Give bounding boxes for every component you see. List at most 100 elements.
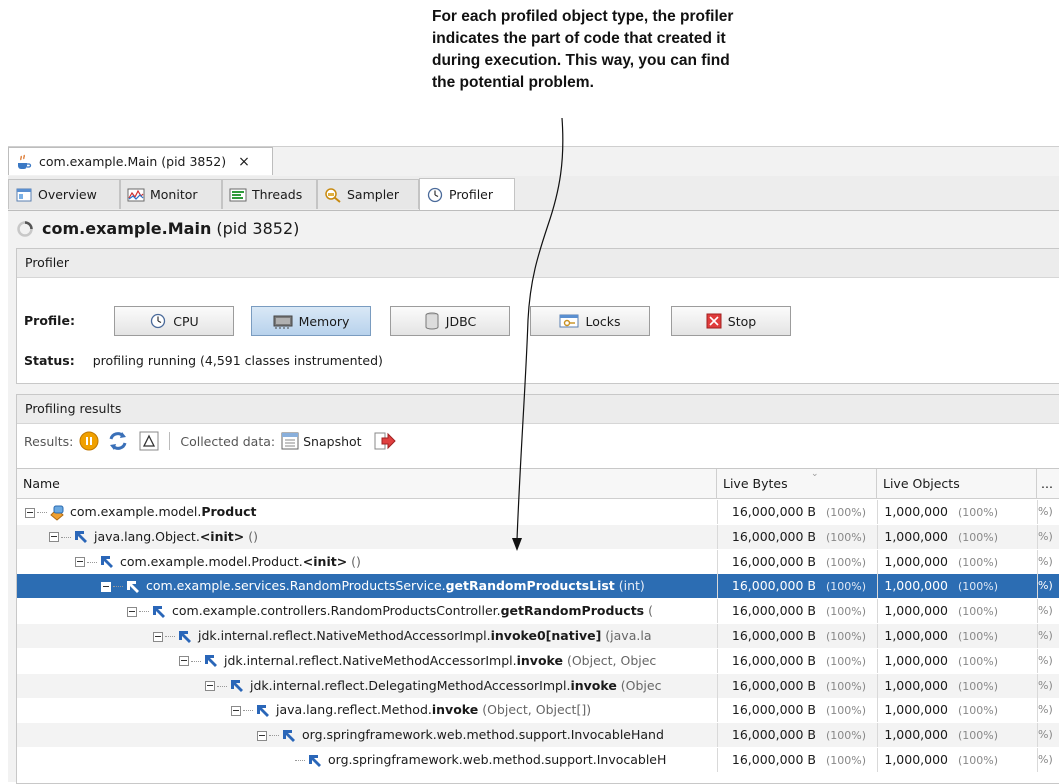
stop-button[interactable]: Stop <box>671 306 791 336</box>
tab-sampler[interactable]: Sampler <box>317 179 419 209</box>
profile-row: Profile: <box>24 313 114 328</box>
collapse-toggle-icon[interactable] <box>153 631 163 642</box>
overflow-cell: %) <box>1037 698 1059 723</box>
table-row[interactable]: org.springframework.web.method.support.I… <box>17 748 1059 772</box>
live-bytes-cell-value: 16,000,000 B <box>731 603 816 619</box>
live-objects-cell-percent: (100%) <box>957 754 998 767</box>
tree-connector <box>295 760 305 761</box>
live-bytes-cell: 16,000,000 B (100%) <box>717 549 878 574</box>
node-label: com.example.services.RandomProductsServi… <box>146 578 645 593</box>
table-row[interactable]: org.springframework.web.method.support.I… <box>17 723 1059 748</box>
node-label-prefix: jdk.internal.reflect.DelegatingMethodAcc… <box>250 677 571 693</box>
jdbc-button[interactable]: JDBC <box>390 306 510 336</box>
tree-connector <box>269 735 279 737</box>
node-label: com.example.controllers.RandomProductsCo… <box>172 603 653 618</box>
live-bytes-cell-percent: (100%) <box>825 530 866 544</box>
table-row[interactable]: com.example.services.RandomProductsServi… <box>17 574 1059 599</box>
column-header-live-objects[interactable]: Live Objects <box>877 469 1037 499</box>
live-objects-cell: 1,000,000 (100%) <box>877 599 1038 624</box>
live-bytes-cell-percent: (100%) <box>825 605 866 619</box>
live-objects-cell-value: 1,000,000 <box>884 628 948 643</box>
node-label-prefix: com.example.services.RandomProductsServi… <box>146 578 446 594</box>
delta-icon[interactable] <box>139 431 159 451</box>
method-icon <box>257 704 269 717</box>
live-bytes-cell-percent: (100%) <box>825 506 866 519</box>
export-icon[interactable] <box>374 431 396 451</box>
column-header-live-bytes[interactable]: Live Bytes ⌄ <box>717 469 877 499</box>
collapse-toggle-icon[interactable] <box>49 532 59 543</box>
tab-overview[interactable]: Overview <box>8 179 120 209</box>
results-toolbar: Results: Collected data: Snapshot <box>24 431 396 451</box>
node-label: org.springframework.web.method.support.I… <box>328 752 666 767</box>
threads-icon <box>229 188 247 201</box>
collapse-toggle-icon[interactable] <box>127 606 137 617</box>
live-objects-cell-percent: (100%) <box>957 555 998 569</box>
overflow-cell: %) <box>1037 673 1059 698</box>
table-row[interactable]: jdk.internal.reflect.NativeMethodAccesso… <box>17 624 1059 648</box>
column-header-name[interactable]: Name <box>17 469 717 499</box>
node-label-args: (java.la <box>601 628 652 643</box>
collapse-toggle-icon[interactable] <box>231 705 241 716</box>
profiler-panel-header[interactable]: Profiler <box>17 249 1059 278</box>
collected-label: Collected data: <box>180 433 276 449</box>
cpu-button[interactable]: CPU <box>114 306 234 336</box>
table-row[interactable]: com.example.controllers.RandomProductsCo… <box>17 599 1059 624</box>
live-objects-cell-percent: (100%) <box>957 580 998 594</box>
node-label-method: getRandomProducts <box>500 603 645 619</box>
node-label: com.example.model.Product <box>70 504 257 519</box>
snapshot-button[interactable]: Snapshot <box>303 434 361 449</box>
status-value: profiling running (4,591 classes instrum… <box>92 353 383 368</box>
node-label: com.example.model.Product.<init> () <box>120 554 361 569</box>
tab-monitor[interactable]: Monitor <box>120 179 222 209</box>
tree-connector <box>217 685 227 687</box>
stop-button-label: Stop <box>727 313 757 329</box>
node-label-method: invoke <box>516 652 563 668</box>
tab-profiler[interactable]: Profiler <box>419 178 515 210</box>
tree-connector <box>87 561 97 563</box>
node-label-prefix: org.springframework.web.method.support.I… <box>328 752 667 767</box>
collapse-toggle-icon[interactable] <box>257 730 267 741</box>
live-bytes-cell-percent: (100%) <box>825 555 866 569</box>
document-tab[interactable]: com.example.Main (pid 3852) × <box>8 147 273 175</box>
table-row[interactable]: java.lang.Object.<init> () 16,000,000 B (1… <box>17 524 1059 549</box>
table-row[interactable]: jdk.internal.reflect.DelegatingMethodAcc… <box>17 673 1059 698</box>
memory-button[interactable]: Memory <box>251 306 371 336</box>
table-row[interactable]: jdk.internal.reflect.NativeMethodAccesso… <box>17 648 1059 673</box>
collapse-toggle-icon[interactable] <box>205 681 215 692</box>
live-objects-cell-value: 1,000,000 <box>884 504 948 519</box>
live-bytes-cell-percent: (100%) <box>825 580 866 594</box>
collapse-toggle-icon[interactable] <box>25 507 35 518</box>
locks-button[interactable]: Locks <box>530 306 650 336</box>
spinner-icon <box>17 220 33 237</box>
table-row[interactable]: com.example.model.Product.<init> () 16,00… <box>17 549 1059 574</box>
node-label-prefix: com.example.model. <box>70 504 202 519</box>
close-icon[interactable]: × <box>238 154 250 170</box>
collapse-toggle-icon[interactable] <box>75 557 85 568</box>
method-icon <box>283 729 295 742</box>
tab-threads[interactable]: Threads <box>222 179 317 209</box>
collapse-toggle-icon[interactable] <box>179 656 189 667</box>
live-objects-cell-value: 1,000,000 <box>884 752 948 767</box>
table-row[interactable]: com.example.model.Product 16,000,000 B (10… <box>17 500 1059 524</box>
tree-connector <box>243 710 253 712</box>
node-label-method: invoke <box>431 702 479 718</box>
node-label-method: getRandomProductsList <box>445 578 615 594</box>
live-bytes-cell: 16,000,000 B (100%) <box>717 624 878 648</box>
table-row[interactable]: java.lang.reflect.Method.invoke (Object,… <box>17 698 1059 723</box>
column-header-more[interactable]: ... <box>1037 469 1059 499</box>
refresh-icon[interactable] <box>107 431 129 451</box>
live-bytes-cell: 16,000,000 B (100%) <box>717 723 878 748</box>
status-label: Status: <box>24 353 75 368</box>
live-bytes-cell-value: 16,000,000 B <box>731 677 816 693</box>
pause-icon[interactable] <box>79 431 99 451</box>
live-objects-cell-percent: (100%) <box>957 630 998 643</box>
tree-connector <box>37 512 47 513</box>
live-bytes-cell-percent: (100%) <box>825 754 866 767</box>
collapse-toggle-icon[interactable] <box>101 581 111 592</box>
node-label: java.lang.reflect.Method.invoke (Object,… <box>276 702 591 717</box>
results-panel-header[interactable]: Profiling results <box>17 395 1059 424</box>
live-objects-cell-percent: (100%) <box>957 704 998 718</box>
page-title: com.example.Main (pid 3852) <box>16 219 299 238</box>
overview-icon <box>16 188 32 201</box>
tab-label: Overview <box>38 187 97 202</box>
